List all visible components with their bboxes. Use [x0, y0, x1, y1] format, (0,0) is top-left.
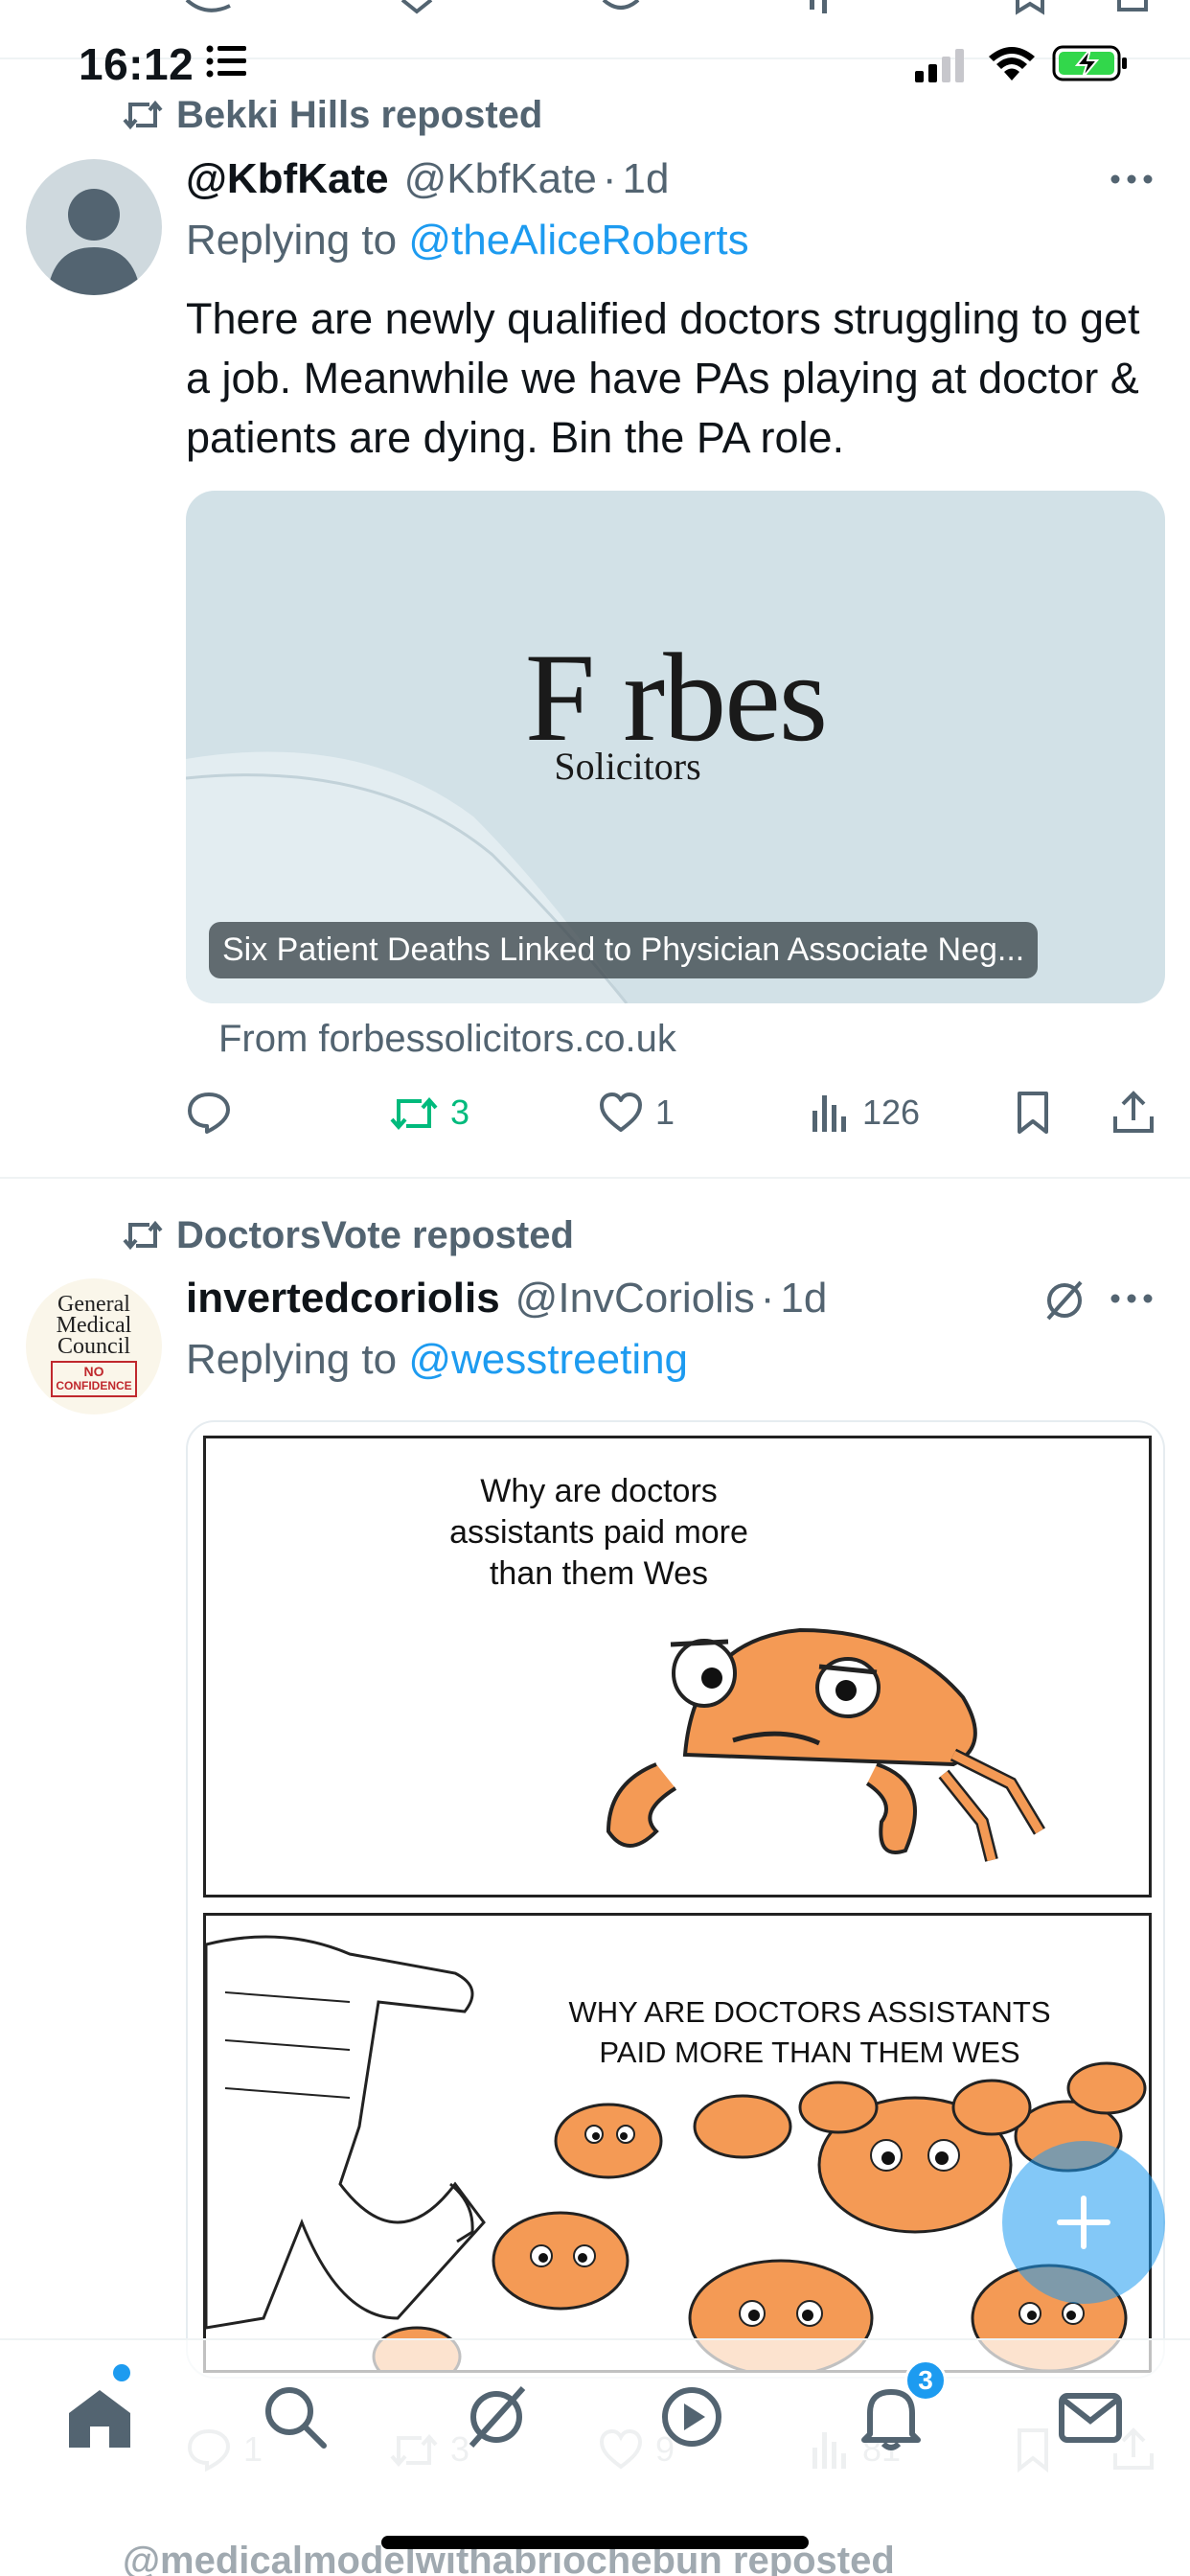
- reply-icon: [188, 1092, 230, 1134]
- repost-by-label: DoctorsVote reposted: [176, 1213, 574, 1256]
- replying-prefix: Replying to: [186, 217, 409, 264]
- share-button[interactable]: [1111, 1084, 1167, 1141]
- stamp-line-2: CONFIDENCE: [56, 1379, 132, 1392]
- replying-to-mention[interactable]: @wesstreeting: [408, 1336, 688, 1383]
- compose-plus-icon: [1057, 2196, 1110, 2249]
- home-indicator: [381, 2536, 809, 2549]
- link-card[interactable]: F rbes Solicitors Six Patient Deaths Lin…: [186, 491, 1165, 1003]
- display-name[interactable]: @KbfKate: [186, 155, 389, 203]
- grok-icon: [469, 2385, 526, 2449]
- views-icon: [812, 1095, 846, 1132]
- nav-video[interactable]: [653, 2379, 730, 2455]
- repost-button[interactable]: 3: [389, 1084, 469, 1141]
- wifi-icon: [989, 47, 1035, 80]
- home-unread-dot: [113, 2364, 130, 2381]
- nav-search[interactable]: [257, 2379, 333, 2455]
- grok-icon[interactable]: [1042, 1278, 1087, 1322]
- tweet-text: There are newly qualified doctors strugg…: [186, 294, 1140, 462]
- more-options-icon[interactable]: [1110, 168, 1154, 191]
- replying-to: Replying to @wesstreeting: [186, 1336, 688, 1384]
- repost-icon: [390, 1096, 438, 1131]
- repost-count: 3: [450, 1092, 470, 1132]
- crab-illustration: [606, 1627, 1046, 1862]
- repost-by-label: Bekki Hills reposted: [176, 93, 543, 136]
- user-handle[interactable]: @InvCoriolis: [515, 1275, 755, 1322]
- video-icon: [662, 2387, 721, 2447]
- nav-messages[interactable]: [1052, 2379, 1129, 2455]
- views-count: 126: [862, 1092, 921, 1132]
- avatar-line-2: Medical: [56, 1313, 132, 1338]
- card-logo-main: F rbes: [524, 627, 828, 768]
- avatar-gmc-text: General Medical Council: [26, 1292, 162, 1359]
- avatar[interactable]: [26, 159, 162, 295]
- replying-prefix: Replying to: [186, 1336, 409, 1383]
- repost-indicator[interactable]: Bekki Hills reposted: [123, 91, 542, 139]
- user-handle[interactable]: @KbfKate: [404, 155, 597, 203]
- views-button[interactable]: 126: [809, 1084, 920, 1141]
- like-button[interactable]: 1: [598, 1084, 675, 1141]
- default-avatar-icon: [47, 189, 141, 295]
- reply-button[interactable]: [186, 1084, 243, 1141]
- notifications-badge: 3: [904, 2359, 947, 2402]
- bookmark-button[interactable]: [1014, 1084, 1064, 1141]
- stamp-line-1: NO: [83, 1364, 104, 1379]
- search-icon: [265, 2387, 327, 2449]
- tweet-divider: [0, 1177, 1190, 1179]
- avatar-line-1: General: [57, 1292, 130, 1317]
- tweet-header: invertedcoriolis @InvCoriolis · 1d: [186, 1270, 827, 1327]
- repost-icon: [123, 1220, 163, 1251]
- repost-icon: [123, 100, 163, 130]
- battery-charging-icon: [1052, 45, 1127, 81]
- timestamp[interactable]: 1d: [622, 155, 669, 203]
- separator-dot: ·: [602, 155, 617, 202]
- separator-dot: ·: [760, 1275, 775, 1322]
- no-confidence-stamp: NO CONFIDENCE: [51, 1361, 137, 1397]
- timestamp[interactable]: 1d: [780, 1275, 827, 1322]
- cellular-signal-icon: [915, 49, 964, 82]
- share-icon: [1113, 1091, 1154, 1133]
- status-time: 16:12: [79, 39, 195, 89]
- replying-to-mention[interactable]: @theAliceRoberts: [408, 217, 748, 264]
- nav-home[interactable]: [61, 2379, 138, 2455]
- more-options-icon[interactable]: [1110, 1287, 1154, 1310]
- like-count: 1: [655, 1092, 675, 1132]
- card-source[interactable]: From forbessolicitors.co.uk: [218, 1018, 676, 1061]
- list-icon: [206, 45, 246, 78]
- bookmark-icon: [1018, 1092, 1048, 1134]
- avatar-line-3: Council: [57, 1334, 130, 1359]
- card-title: Six Patient Deaths Linked to Physician A…: [209, 922, 1039, 978]
- nav-grok[interactable]: [458, 2379, 535, 2455]
- avatar[interactable]: General Medical Council NO CONFIDENCE: [26, 1278, 162, 1414]
- repost-indicator[interactable]: DoctorsVote reposted: [123, 1211, 574, 1259]
- messages-icon: [1059, 2393, 1122, 2443]
- display-name[interactable]: invertedcoriolis: [186, 1275, 500, 1322]
- meme-panel-1: Why are doctors assistants paid more tha…: [203, 1436, 1152, 1898]
- home-icon: [69, 2390, 130, 2448]
- tweet-actions: 3 1 126: [186, 1084, 1154, 1141]
- heart-icon: [600, 1092, 642, 1132]
- compose-button[interactable]: [1002, 2141, 1165, 2304]
- replying-to: Replying to @theAliceRoberts: [186, 217, 749, 264]
- tweet-header: @KbfKate @KbfKate · 1d: [186, 150, 669, 208]
- card-logo: F rbes Solicitors: [186, 634, 1165, 789]
- card-logo-sub: Solicitors: [554, 745, 701, 788]
